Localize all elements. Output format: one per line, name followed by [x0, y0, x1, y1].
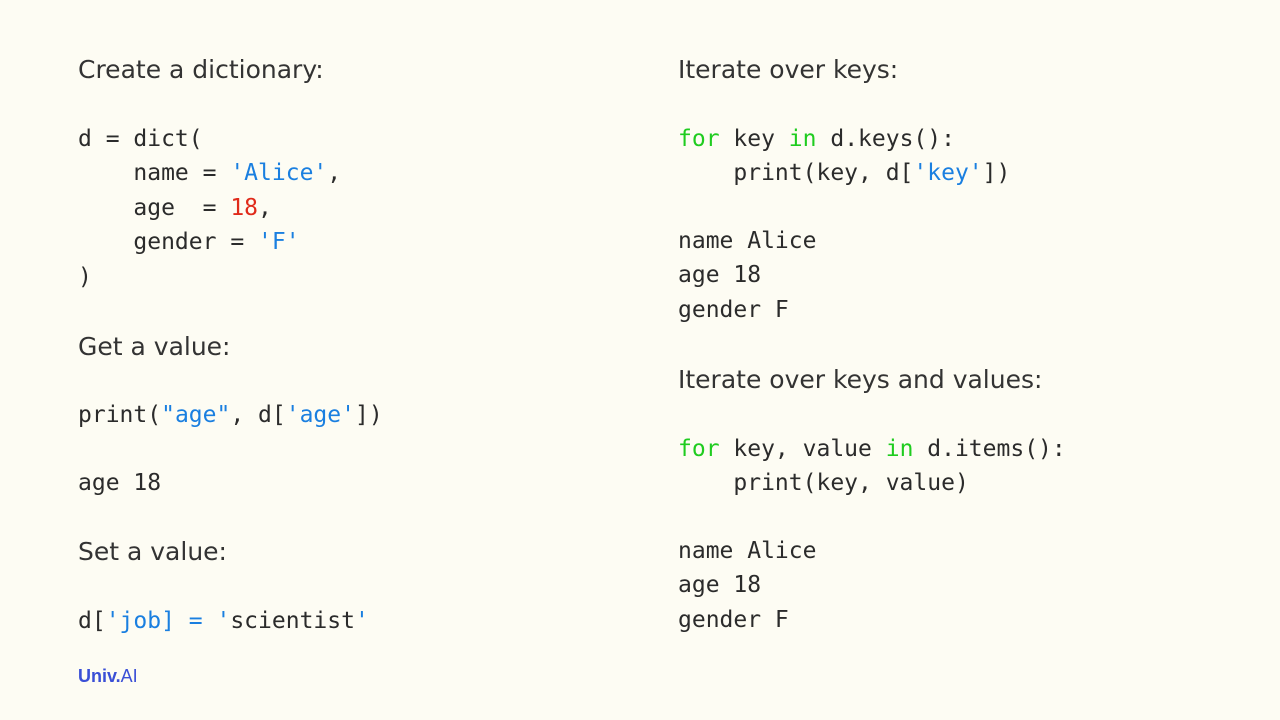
number-literal: 18 [230, 195, 259, 221]
code-text: d.keys(): [816, 126, 955, 152]
code-text: gender = [78, 229, 259, 255]
code-output-line: name Alice [678, 228, 817, 254]
string-literal: "age" [161, 402, 231, 428]
code-line: print(key, value) [678, 470, 969, 496]
code-text: key [719, 126, 789, 152]
code-line: for key in d.keys(): [678, 122, 955, 157]
code-output-line: age 18 [678, 572, 762, 598]
code-line: print(key, d['key']) [678, 156, 1010, 191]
string-literal: 'F' [258, 229, 300, 255]
create-dictionary-heading: Create a dictionary: [78, 55, 324, 84]
code-text: , [258, 195, 272, 221]
code-text: age = [78, 195, 231, 221]
code-text: ]) [354, 402, 383, 428]
code-output-line: gender F [678, 607, 789, 633]
code-text: ]) [982, 160, 1011, 186]
code-line: d['job] = 'scientist' [78, 604, 369, 639]
logo-text: Univ. [78, 666, 121, 686]
set-value-heading: Set a value: [78, 537, 227, 566]
code-text: ) [78, 264, 92, 290]
code-text: , [327, 160, 342, 186]
logo-suffix: AI [120, 666, 138, 686]
code-output-line: name Alice [678, 538, 817, 564]
code-text: name = [78, 160, 231, 186]
code-text: print(key, d[ [678, 160, 914, 186]
code-line: gender = 'F' [78, 225, 300, 260]
string-literal: 'job] = ' [105, 608, 231, 634]
string-literal: 'key' [913, 160, 983, 186]
code-line: ) [78, 260, 92, 295]
get-value-heading: Get a value: [78, 332, 231, 361]
code-text: scientist [230, 608, 355, 634]
code-line: name = 'Alice', [78, 156, 341, 191]
code-line: age = 18, [78, 191, 272, 226]
code-text: key, value [719, 436, 886, 462]
code-line: print("age", d['age']) [78, 398, 383, 433]
code-text: , d[ [230, 402, 286, 428]
code-text: d = dict( [78, 126, 203, 152]
iterate-items-heading: Iterate over keys and values: [678, 365, 1043, 394]
code-text: d[ [78, 608, 106, 634]
string-literal: 'age' [285, 402, 355, 428]
keyword: in [788, 126, 817, 152]
code-text: d.items(): [913, 436, 1066, 462]
univ-ai-logo: Univ.AI [78, 664, 138, 688]
code-output-line: gender F [678, 297, 789, 323]
keyword: for [678, 436, 720, 462]
keyword: for [678, 126, 720, 152]
string-literal: 'Alice' [230, 160, 328, 186]
code-text: print( [78, 402, 162, 428]
string-literal: ' [354, 608, 369, 634]
iterate-keys-heading: Iterate over keys: [678, 55, 899, 84]
code-line: for key, value in d.items(): [678, 432, 1066, 467]
keyword: in [885, 436, 914, 462]
code-line: d = dict( [78, 122, 203, 157]
code-output: age 18 [78, 470, 162, 496]
code-output-line: age 18 [678, 262, 762, 288]
